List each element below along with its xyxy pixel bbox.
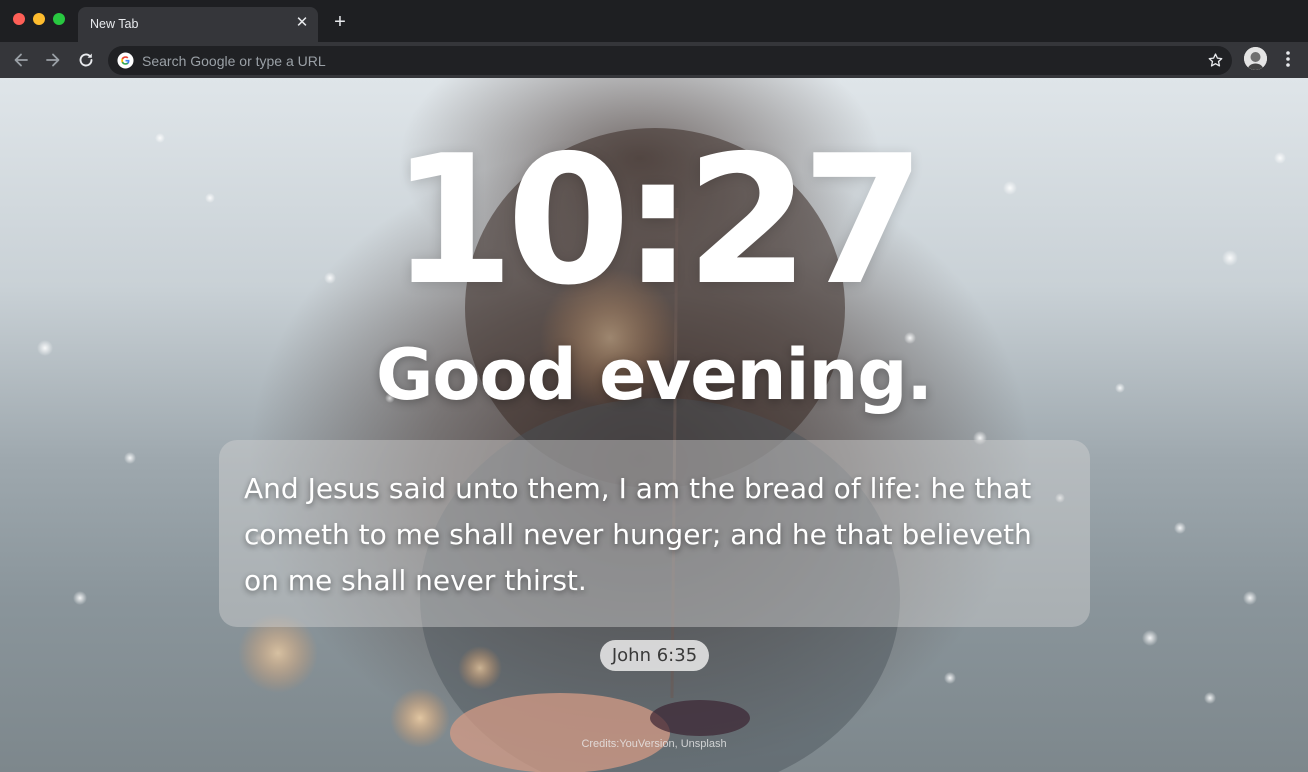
window-minimize-button[interactable] [33,13,45,25]
credits: Credits:YouVersion, Unsplash [581,738,727,750]
greeting: Good evening. [375,334,933,416]
browser-toolbar: Search Google or type a URL [0,42,1308,78]
address-bar[interactable]: Search Google or type a URL [108,46,1232,75]
new-tab-page: 10:27 Good evening. And Jesus said unto … [0,78,1308,772]
arrow-left-icon[interactable] [11,50,31,70]
reload-icon[interactable] [76,50,96,70]
tab-title: New Tab [90,17,139,31]
close-icon[interactable]: ✕ [294,15,310,31]
kebab-menu-icon[interactable] [1280,49,1296,69]
verse-reference[interactable]: John 6:35 [600,640,709,671]
verse-card: And Jesus said unto them, I am the bread… [219,440,1090,627]
search-input[interactable]: Search Google or type a URL [142,53,326,69]
tab-strip: New Tab ✕ + [0,0,1308,42]
profile-picture-icon [1244,47,1267,70]
tab-new-tab[interactable]: New Tab ✕ [78,7,318,42]
avatar[interactable] [1244,47,1267,70]
window-close-button[interactable] [13,13,25,25]
star-icon[interactable] [1207,52,1224,69]
arrow-right-icon[interactable] [43,50,63,70]
clock: 10:27 [390,117,926,324]
window-maximize-button[interactable] [53,13,65,25]
plus-icon[interactable]: + [330,12,350,32]
google-g-icon [117,52,134,69]
verse-text: And Jesus said unto them, I am the bread… [244,472,1032,597]
